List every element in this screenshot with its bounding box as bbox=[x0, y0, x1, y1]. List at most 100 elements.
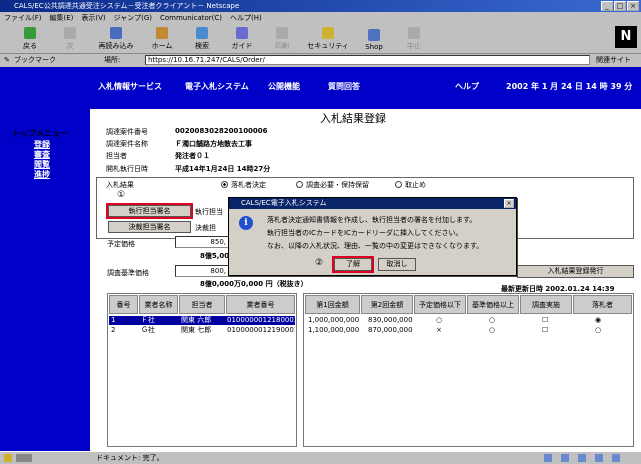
toolbar: 戻る 次 再読み込み ホーム 検索 ガイド 印刷 セキュリティ Shop 中止 bbox=[0, 24, 641, 54]
info-value: 平成14年1月24日 14時27分 bbox=[175, 165, 271, 173]
col-code[interactable]: 業者番号 bbox=[226, 295, 295, 314]
window-title: CALS/EC公共調達共通受注システム－受注者クライアント－ Netscape bbox=[0, 0, 641, 12]
cell-code: 010000001219000120 bbox=[227, 326, 295, 334]
radio-cancel-label: 取止め bbox=[405, 181, 426, 189]
minimize-button[interactable]: _ bbox=[601, 1, 613, 11]
navigator-icon[interactable] bbox=[544, 454, 552, 462]
bookmark-icon[interactable]: ✎ bbox=[4, 54, 10, 66]
menu-help[interactable]: ヘルプ(H) bbox=[230, 12, 262, 24]
menu-go[interactable]: ジャンプ(G) bbox=[114, 12, 152, 24]
exec-label: 執行担当 bbox=[195, 208, 223, 216]
col-under-yotei[interactable]: 予定価格以下 bbox=[414, 295, 466, 314]
back-icon bbox=[24, 27, 36, 39]
menu-view[interactable]: 表示(V) bbox=[81, 12, 105, 24]
info-label: 調達案件名称 bbox=[106, 140, 148, 148]
menu-communicator[interactable]: Communicator(C) bbox=[160, 12, 222, 24]
dialog-close-button[interactable]: × bbox=[504, 199, 514, 208]
cell-amount-2: 870,000,000 bbox=[368, 326, 413, 334]
step-marker-2: ② bbox=[315, 258, 324, 268]
info-value: Ｆ濁口舗路方地散去工事 bbox=[175, 140, 252, 148]
composer-icon[interactable] bbox=[578, 454, 586, 462]
close-window-button[interactable]: × bbox=[627, 1, 639, 11]
info-icon: i bbox=[239, 216, 253, 230]
result-label: 入札結果 bbox=[106, 181, 134, 189]
menu-edit[interactable]: 編集(E) bbox=[50, 12, 74, 24]
shop-button[interactable]: Shop bbox=[354, 24, 394, 53]
info-value: 発注者０１ bbox=[175, 152, 210, 160]
col-name[interactable]: 業者名称 bbox=[139, 295, 178, 314]
kijun-input[interactable]: 800, bbox=[175, 265, 229, 277]
col-over-kijun[interactable]: 基準価格以上 bbox=[467, 295, 519, 314]
window-controls: _ □ × bbox=[601, 1, 639, 11]
nav-public-function[interactable]: 公開機能 bbox=[268, 81, 300, 92]
col-no[interactable]: 番号 bbox=[109, 295, 138, 314]
nav-qa[interactable]: 質問回答 bbox=[328, 81, 360, 92]
edit-icon[interactable] bbox=[612, 454, 620, 462]
col-survey[interactable]: 調査実施 bbox=[520, 295, 572, 314]
connection-icon bbox=[16, 454, 32, 462]
kijun-note: 8億0,000万0,000 円（税抜き） bbox=[200, 280, 308, 288]
cell-amount-1: 1,100,000,000 bbox=[308, 326, 360, 334]
menu-file[interactable]: ファイル(F) bbox=[4, 12, 42, 24]
cell-amount-1: 1,000,000,000 bbox=[308, 316, 360, 324]
cell-code: 010000001218000120 bbox=[227, 316, 295, 325]
reload-icon bbox=[110, 27, 122, 39]
col-amount-1[interactable]: 第1回金額 bbox=[305, 295, 360, 314]
exec-sign-button[interactable]: 執行担当署名 bbox=[106, 203, 193, 219]
bookmark-button[interactable]: ブックマーク bbox=[14, 54, 56, 66]
search-button[interactable]: 検索 bbox=[182, 24, 222, 53]
sidebar-title: トップメニュー bbox=[12, 129, 68, 138]
back-button[interactable]: 戻る bbox=[10, 24, 50, 53]
radio-cancel[interactable] bbox=[395, 181, 402, 190]
status-text: ドキュメント: 完了。 bbox=[96, 454, 164, 462]
info-label: 担当者 bbox=[106, 152, 127, 160]
radio-hold[interactable] bbox=[296, 181, 303, 190]
location-label: 場所: bbox=[104, 56, 121, 64]
cell-person: 関東 七郎 bbox=[181, 326, 212, 334]
netscape-logo: N bbox=[615, 26, 637, 48]
nav-help[interactable]: ヘルプ bbox=[455, 81, 479, 92]
security-button[interactable]: セキュリティ bbox=[302, 24, 354, 53]
survey-checkbox[interactable]: ☐ bbox=[542, 316, 548, 325]
col-amount-2[interactable]: 第2回金額 bbox=[361, 295, 413, 314]
maximize-button[interactable]: □ bbox=[614, 1, 626, 11]
radio-decide-label: 落札者決定 bbox=[231, 181, 266, 189]
stop-button[interactable]: 中止 bbox=[394, 24, 434, 53]
security-lock-icon[interactable] bbox=[4, 454, 12, 462]
nav-ebid-system[interactable]: 電子入札システム bbox=[185, 81, 249, 92]
winner-radio[interactable]: ◉ bbox=[595, 316, 601, 325]
home-icon bbox=[156, 27, 168, 39]
col-winner[interactable]: 落札者 bbox=[573, 295, 632, 314]
url-input[interactable]: https://10.16.71.247/CALS/Order/ bbox=[145, 55, 590, 65]
col-person[interactable]: 担当者 bbox=[179, 295, 225, 314]
guide-button[interactable]: ガイド bbox=[222, 24, 262, 53]
ok-button[interactable]: 了解 bbox=[332, 256, 374, 273]
survey-checkbox[interactable]: ☐ bbox=[542, 326, 548, 335]
forward-button[interactable]: 次 bbox=[50, 24, 90, 53]
cell-over-kijun: ○ bbox=[489, 316, 496, 324]
yotei-input[interactable]: 850, bbox=[175, 236, 229, 248]
dialog-message-line: 落札者決定通知書情報を作成し、執行担当者の署名を付加します。 bbox=[267, 216, 477, 224]
related-sites-link[interactable]: 関連サイト bbox=[596, 54, 631, 66]
issue-result-button[interactable]: 入札結果登録発行 bbox=[517, 265, 634, 278]
cell-over-kijun: ○ bbox=[489, 326, 496, 334]
step-marker-1: ① bbox=[117, 190, 126, 200]
approve-sign-button[interactable]: 決裁担当署名 bbox=[108, 221, 191, 233]
sidebar-item-progress[interactable]: 進捗 bbox=[34, 169, 50, 180]
group-icon[interactable] bbox=[595, 454, 603, 462]
reload-button[interactable]: 再読み込み bbox=[90, 24, 142, 53]
info-label: 調達案件番号 bbox=[106, 128, 148, 136]
cell-name: Ｇ社 bbox=[141, 326, 155, 334]
cell-amount-2: 830,000,000 bbox=[368, 316, 413, 324]
search-icon bbox=[196, 27, 208, 39]
nav-bid-info[interactable]: 入札情報サービス bbox=[98, 81, 162, 92]
radio-decide[interactable] bbox=[221, 181, 228, 190]
cell-under-yotei: × bbox=[436, 326, 442, 334]
cell-name: Ｆ社 bbox=[141, 316, 155, 325]
cancel-button[interactable]: 取消し bbox=[378, 258, 416, 271]
mail-icon[interactable] bbox=[561, 454, 569, 462]
print-button[interactable]: 印刷 bbox=[262, 24, 302, 53]
forward-icon bbox=[64, 27, 76, 39]
winner-radio[interactable]: ○ bbox=[595, 326, 601, 335]
home-button[interactable]: ホーム bbox=[142, 24, 182, 53]
